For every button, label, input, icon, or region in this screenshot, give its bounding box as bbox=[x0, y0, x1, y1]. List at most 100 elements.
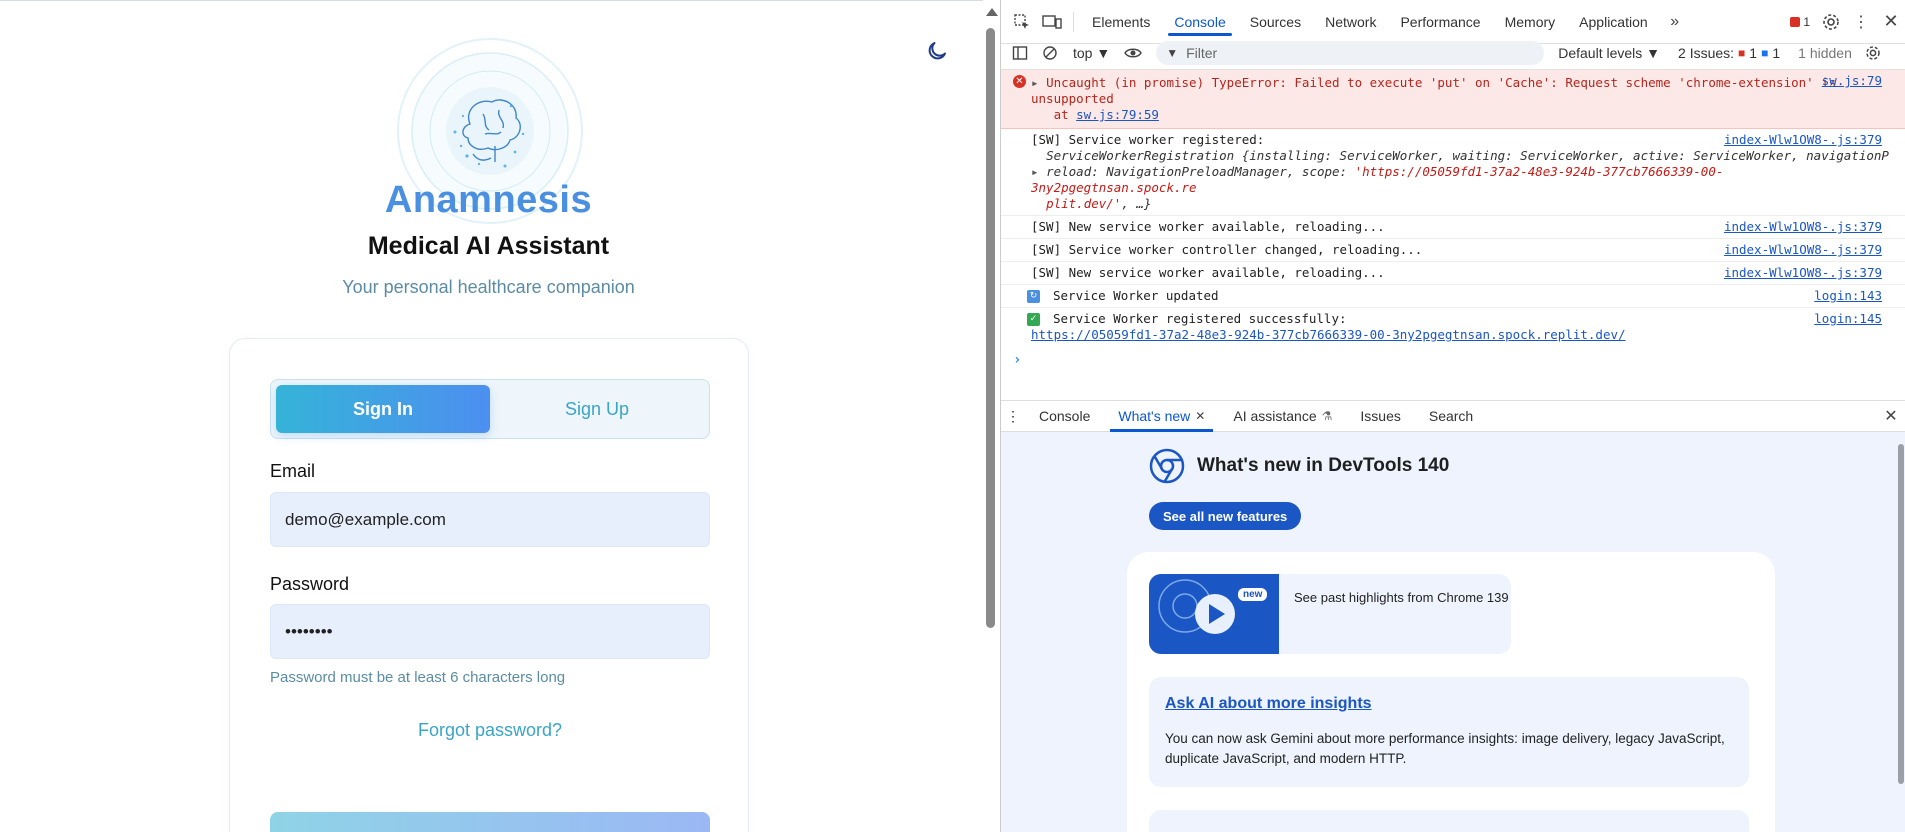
close-drawer-icon[interactable]: ✕ bbox=[1876, 401, 1905, 431]
email-label: Email bbox=[270, 461, 316, 481]
issues-error-count: 1 bbox=[1749, 44, 1758, 61]
whats-new-panel: What's new in DevTools 140 See all new f… bbox=[1001, 432, 1905, 832]
live-expression-eye-icon[interactable] bbox=[1118, 38, 1148, 68]
video-thumbnail: new bbox=[1149, 574, 1279, 654]
error-count-badge[interactable]: 1 bbox=[1784, 7, 1816, 37]
password-label: Password bbox=[270, 574, 350, 594]
ai-insights-link[interactable]: Ask AI about more insights bbox=[1165, 695, 1372, 713]
log-source-link[interactable]: index-Wlw1OW8-.js:379 bbox=[1724, 242, 1882, 258]
drawer-menu-icon[interactable]: ⋮ bbox=[1001, 401, 1025, 431]
drawer-tab-label: What's new bbox=[1118, 408, 1191, 424]
issues-error-icon: ■ bbox=[1738, 45, 1746, 60]
drawer-tab-whats-new[interactable]: What's new ✕ bbox=[1104, 400, 1219, 432]
expand-triangle-icon[interactable]: ▸ bbox=[1031, 164, 1039, 179]
password-hint: Password must be at least 6 characters l… bbox=[270, 669, 566, 686]
error-stack-link[interactable]: sw.js:79:59 bbox=[1076, 107, 1159, 122]
scrollbar-thumb[interactable] bbox=[986, 28, 995, 628]
console-prompt[interactable]: › bbox=[1001, 346, 1905, 374]
auth-tabs: Sign In Sign Up bbox=[270, 379, 710, 439]
flask-icon: ⚗ bbox=[1321, 409, 1333, 423]
close-tab-icon[interactable]: ✕ bbox=[1195, 409, 1205, 423]
log-text: [SW] Service worker controller changed, … bbox=[1031, 242, 1423, 257]
console-log-message[interactable]: [SW] New service worker available, reloa… bbox=[1001, 216, 1905, 239]
drawer-tabbar: ⋮ Console What's new ✕ AI assistance ⚗ I… bbox=[1001, 400, 1905, 432]
hidden-messages-count: 1 hidden bbox=[1798, 44, 1852, 61]
devtools-panel: Elements Console Sources Network Perform… bbox=[1000, 0, 1905, 832]
drawer-tab-ai-assistance[interactable]: AI assistance ⚗ bbox=[1219, 400, 1346, 432]
whats-new-title: What's new in DevTools 140 bbox=[1197, 455, 1450, 476]
console-filter-bar: top ▼ ▼ Filter Default levels ▼ 2 Issues… bbox=[1001, 36, 1905, 70]
console-settings-gear-icon[interactable] bbox=[1858, 38, 1888, 68]
dark-mode-toggle-icon[interactable] bbox=[925, 39, 949, 63]
drawer-tab-console[interactable]: Console bbox=[1025, 400, 1104, 432]
issues-counter[interactable]: 2 Issues: ■ 1 ■ 1 bbox=[1678, 45, 1780, 61]
settings-gear-icon[interactable] bbox=[1816, 7, 1846, 37]
issues-info-icon: ■ bbox=[1761, 45, 1769, 60]
whats-new-header: What's new in DevTools 140 bbox=[1149, 448, 1449, 484]
next-feature-section bbox=[1149, 810, 1749, 832]
log-source-link[interactable]: login:145 bbox=[1814, 311, 1882, 327]
tab-sign-in[interactable]: Sign In bbox=[276, 385, 490, 433]
clear-console-icon[interactable] bbox=[1035, 38, 1065, 68]
scroll-up-arrow-icon[interactable] bbox=[986, 8, 998, 16]
see-all-features-button[interactable]: See all new features bbox=[1149, 502, 1302, 530]
sidebar-toggle-icon[interactable] bbox=[1005, 38, 1035, 68]
whats-new-scrollbar[interactable] bbox=[1898, 432, 1905, 832]
app-subtitle: Medical AI Assistant bbox=[367, 232, 610, 260]
chrome-logo-icon bbox=[1149, 448, 1185, 484]
more-tabs-icon[interactable]: » bbox=[1660, 7, 1690, 37]
password-field[interactable] bbox=[270, 604, 710, 659]
console-error-message[interactable]: ✕ ▸ Uncaught (in promise) TypeError: Fai… bbox=[1001, 70, 1905, 129]
console-log-message[interactable]: [SW] Service worker controller changed, … bbox=[1001, 239, 1905, 262]
filter-placeholder: Filter bbox=[1186, 44, 1218, 61]
console-filter-input[interactable]: ▼ Filter bbox=[1156, 40, 1545, 65]
console-log-message[interactable]: ✓ Service Worker registered successfully… bbox=[1001, 308, 1905, 346]
drawer-tab-issues[interactable]: Issues bbox=[1346, 400, 1414, 432]
new-badge: new bbox=[1238, 588, 1268, 601]
auth-card: Sign In Sign Up Email Password Password … bbox=[229, 338, 749, 832]
console-log: ✕ ▸ Uncaught (in promise) TypeError: Fai… bbox=[1001, 70, 1905, 400]
error-circle-icon: ✕ bbox=[1013, 75, 1026, 88]
error-flag-icon bbox=[1790, 16, 1801, 27]
console-log-message[interactable]: ↻ Service Worker updated login:143 bbox=[1001, 285, 1905, 308]
submit-button[interactable] bbox=[270, 812, 710, 832]
scrollbar-thumb[interactable] bbox=[1898, 444, 1904, 784]
log-source-link[interactable]: index-Wlw1OW8-.js:379 bbox=[1724, 132, 1882, 148]
expand-triangle-icon[interactable]: ▸ bbox=[1031, 75, 1039, 90]
refresh-emoji-icon: ↻ bbox=[1027, 290, 1040, 303]
drawer-tab-search[interactable]: Search bbox=[1415, 400, 1487, 432]
log-source-link[interactable]: index-Wlw1OW8-.js:379 bbox=[1724, 265, 1882, 281]
log-object-preview: ServiceWorkerRegistration {installing: S… bbox=[1046, 148, 1889, 163]
log-source-link[interactable]: login:143 bbox=[1814, 288, 1882, 304]
console-log-message[interactable]: [SW] New service worker available, reloa… bbox=[1001, 262, 1905, 285]
error-source-link[interactable]: sw.js:79 bbox=[1822, 73, 1882, 89]
log-levels-dropdown[interactable]: Default levels ▼ bbox=[1558, 45, 1660, 61]
error-text: Uncaught (in promise) TypeError: Failed … bbox=[1031, 75, 1837, 106]
log-text: [SW] New service worker available, reloa… bbox=[1031, 265, 1385, 280]
log-object-tail: , …} bbox=[1121, 196, 1152, 211]
log-object-key: reload: NavigationPreloadManager, scope: bbox=[1046, 164, 1355, 179]
log-url-link[interactable]: https://05059fd1-37a2-48e3-924b-377cb766… bbox=[1031, 327, 1626, 342]
error-at: at bbox=[1053, 107, 1077, 122]
ai-insights-body: You can now ask Gemini about more perfor… bbox=[1165, 731, 1725, 766]
log-text: Service Worker updated bbox=[1053, 288, 1219, 303]
device-toolbar-icon[interactable] bbox=[1037, 7, 1067, 37]
issues-label: 2 Issues: bbox=[1678, 44, 1735, 61]
forgot-password-link[interactable]: Forgot password? bbox=[270, 720, 710, 741]
kebab-menu-icon[interactable]: ⋮ bbox=[1846, 7, 1876, 37]
ai-insights-section: Ask AI about more insights You can now a… bbox=[1149, 677, 1749, 787]
inspect-element-icon[interactable] bbox=[1007, 7, 1037, 37]
log-text: [SW] New service worker available, reloa… bbox=[1031, 219, 1385, 234]
filter-funnel-icon: ▼ bbox=[1166, 45, 1179, 60]
close-devtools-icon[interactable]: ✕ bbox=[1876, 7, 1905, 37]
error-count: 1 bbox=[1803, 14, 1810, 29]
log-source-link[interactable]: index-Wlw1OW8-.js:379 bbox=[1724, 219, 1882, 235]
email-field[interactable] bbox=[270, 492, 710, 547]
console-log-message[interactable]: [SW] Service worker registered: index-Wl… bbox=[1001, 129, 1905, 216]
past-highlights-link[interactable]: new See past highlights from Chrome 139 bbox=[1149, 574, 1511, 654]
drawer-tab-label: AI assistance bbox=[1233, 408, 1317, 424]
context-selector[interactable]: top ▼ bbox=[1065, 45, 1118, 61]
tab-sign-up[interactable]: Sign Up bbox=[490, 385, 704, 433]
page-scrollbar[interactable] bbox=[983, 0, 1000, 832]
log-object-string-end: plit.dev/' bbox=[1046, 196, 1122, 211]
